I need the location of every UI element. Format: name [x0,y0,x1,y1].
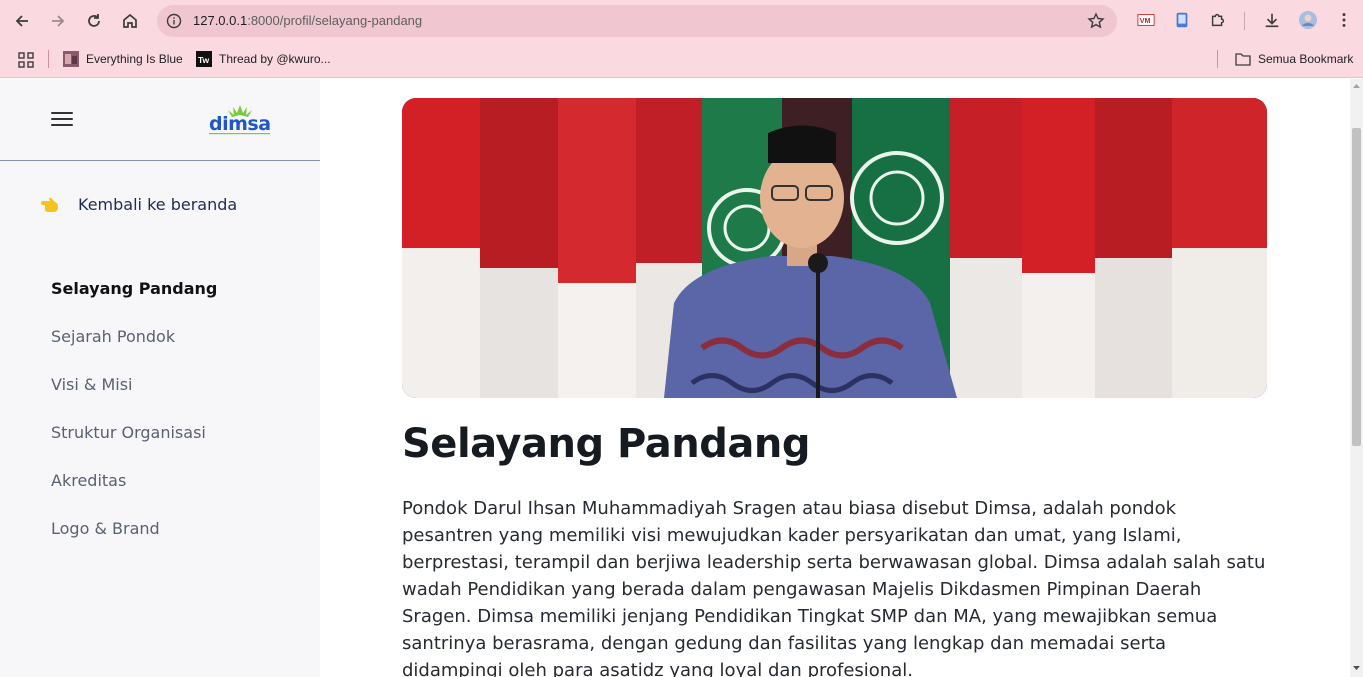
pointing-hand-icon [41,197,58,212]
scroll-down-arrow-icon[interactable] [1352,664,1361,672]
apps-grid-icon[interactable] [18,52,34,68]
folder-icon [1235,53,1251,66]
flag-right-1 [950,98,1025,398]
document-extension-icon[interactable] [1172,10,1192,30]
profile-avatar-icon[interactable] [1298,10,1318,30]
extensions-puzzle-icon[interactable] [1208,10,1228,30]
back-arrow-icon[interactable] [9,8,35,34]
url-text: 127.0.0.1:8000/profil/selayang-pandang [193,13,422,28]
sidebar-item-akreditas[interactable]: Akreditas [51,467,217,515]
svg-text:dimsa: dimsa [209,113,271,135]
bookmark-label: Thread by @kwuro... [219,52,331,66]
address-bar[interactable]: 127.0.0.1:8000/profil/selayang-pandang [157,5,1117,37]
sidebar-item-logo-brand[interactable]: Logo & Brand [51,515,217,563]
bookmark-star-icon[interactable] [1087,12,1105,30]
bookmarks-divider [48,50,49,68]
scroll-up-arrow-icon[interactable] [1352,82,1361,90]
sidebar-item-visi-misi[interactable]: Visi & Misi [51,371,217,419]
svg-text:Tw: Tw [198,55,210,65]
back-to-home-label: Kembali ke beranda [78,195,238,214]
page-title: Selayang Pandang [402,421,810,467]
intro-paragraph: Pondok Darul Ihsan Muhammadiyah Sragen a… [402,498,1266,677]
flag-right-3 [1095,98,1175,398]
kebab-menu-icon[interactable] [1334,10,1354,30]
reload-icon[interactable] [81,8,107,34]
bookmark-item[interactable]: Everything Is Blue [63,51,183,67]
vm-extension-icon[interactable]: VM [1136,10,1156,30]
flag-right-2 [1022,98,1097,398]
forward-arrow-icon[interactable] [45,8,71,34]
download-icon[interactable] [1262,10,1282,30]
svg-text:VM: VM [1140,16,1151,25]
browser-toolbar: 127.0.0.1:8000/profil/selayang-pandang V… [0,0,1363,42]
hamburger-menu-icon[interactable] [51,112,73,128]
toolbar-divider [1244,12,1245,30]
main-content: Selayang Pandang Pondok Darul Ihsan Muha… [320,79,1350,677]
flag-left-2 [480,98,560,398]
back-to-home-link[interactable]: Kembali ke beranda [40,195,237,214]
flag-right-4 [1172,98,1267,398]
page-scrollbar-thumb[interactable] [1352,128,1361,446]
bookmark-label: Everything Is Blue [86,52,183,66]
url-path: :8000/profil/selayang-pandang [247,13,423,28]
hero-photo [402,98,1267,398]
home-icon[interactable] [117,8,143,34]
flag-left-3 [558,98,638,398]
all-bookmarks-button[interactable]: Semua Bookmark [1235,51,1353,67]
sidebar: dimsa Kembali ke beranda Selayang Pandan… [0,79,320,677]
bookmark-item[interactable]: Tw Thread by @kwuro... [196,51,331,67]
tw-favicon-icon: Tw [196,51,212,67]
sidebar-item-selayang-pandang[interactable]: Selayang Pandang [51,275,217,323]
bookmarks-divider [1217,50,1218,68]
sidebar-header: dimsa [0,79,320,161]
all-bookmarks-label: Semua Bookmark [1258,52,1354,66]
photo-favicon-icon [63,51,79,67]
sidebar-item-struktur-organisasi[interactable]: Struktur Organisasi [51,419,217,467]
sidebar-item-sejarah-pondok[interactable]: Sejarah Pondok [51,323,217,371]
site-info-icon[interactable] [165,12,183,30]
bookmarks-bar: Everything Is Blue Tw Thread by @kwuro..… [0,42,1363,78]
url-host: 127.0.0.1 [193,13,248,28]
profile-menu: Selayang Pandang Sejarah Pondok Visi & M… [51,275,217,563]
dimsa-logo[interactable]: dimsa [206,103,274,137]
flag-left-1 [402,98,482,398]
